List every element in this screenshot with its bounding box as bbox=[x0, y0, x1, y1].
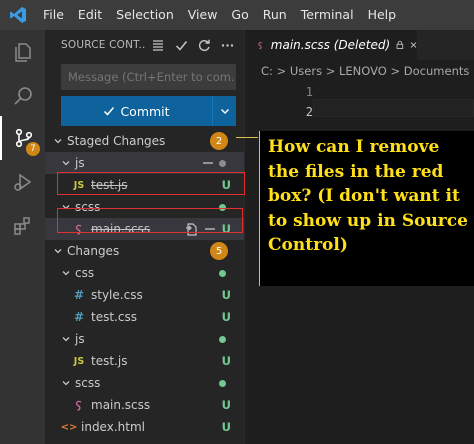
more-actions-icon[interactable] bbox=[220, 38, 234, 52]
red-highlight-box bbox=[57, 208, 243, 233]
menu-go[interactable]: Go bbox=[224, 0, 255, 30]
file-style-css[interactable]: # style.css U bbox=[45, 284, 244, 306]
activity-bar: 7 bbox=[0, 30, 45, 444]
panel-header: SOURCE CONT... bbox=[45, 30, 244, 60]
refresh-icon[interactable] bbox=[197, 38, 211, 52]
tree-folder-js-staged[interactable]: js bbox=[45, 152, 244, 174]
status-dot bbox=[219, 269, 226, 277]
line-number: 2 bbox=[305, 105, 313, 119]
file-name: style.css bbox=[91, 288, 143, 302]
folder-name: js bbox=[75, 332, 85, 346]
menu-help[interactable]: Help bbox=[361, 0, 404, 30]
staged-changes-header[interactable]: Staged Changes 2 bbox=[45, 130, 244, 152]
file-test-js[interactable]: JS test.js U bbox=[45, 350, 244, 372]
tab-label: main.scss (Deleted) bbox=[270, 38, 391, 52]
html-file-icon: <> bbox=[60, 421, 78, 433]
css-file-icon: # bbox=[73, 310, 85, 324]
menu-file[interactable]: File bbox=[36, 0, 71, 30]
commit-button[interactable]: Commit bbox=[61, 96, 212, 126]
source-control-panel: SOURCE CONT... Commit S bbox=[45, 30, 245, 444]
commit-button-label: Commit bbox=[120, 103, 170, 119]
chevron-down-icon bbox=[59, 378, 73, 388]
scm-count-badge: 7 bbox=[26, 142, 40, 156]
file-name: main.scss bbox=[91, 398, 151, 412]
chevron-down-icon bbox=[59, 268, 73, 278]
tree-folder-js[interactable]: js bbox=[45, 328, 244, 350]
file-name: index.html bbox=[81, 420, 145, 434]
status-dot bbox=[219, 159, 226, 167]
status-dot bbox=[219, 335, 226, 343]
file-name: test.css bbox=[91, 310, 137, 324]
staged-count-badge: 2 bbox=[210, 132, 228, 150]
extensions-icon[interactable] bbox=[0, 204, 45, 248]
annotation-callout: How can I remove the files in the red bo… bbox=[259, 131, 474, 286]
folder-name: scss bbox=[75, 376, 101, 390]
file-main-scss[interactable]: main.scss U bbox=[45, 394, 244, 416]
untracked-status: U bbox=[221, 288, 231, 302]
breadcrumb[interactable]: C: > Users > LENOVO > Documents > S bbox=[245, 60, 474, 82]
changes-label: Changes bbox=[67, 244, 120, 258]
editor-tab-bar: main.scss (Deleted) bbox=[245, 30, 474, 60]
check-icon bbox=[104, 107, 115, 116]
tab-main-scss-deleted[interactable]: main.scss (Deleted) bbox=[245, 30, 417, 60]
annotation-connector bbox=[236, 137, 258, 138]
folder-name: js bbox=[75, 156, 85, 170]
tree-folder-css[interactable]: css bbox=[45, 262, 244, 284]
untracked-status: U bbox=[221, 354, 231, 368]
chevron-down-icon bbox=[51, 246, 65, 256]
menu-terminal[interactable]: Terminal bbox=[294, 0, 361, 30]
tree-folder-scss[interactable]: scss bbox=[45, 372, 244, 394]
line-number-gutter: 1 2 bbox=[265, 82, 313, 122]
changes-header[interactable]: Changes 5 bbox=[45, 240, 244, 262]
source-control-icon[interactable]: 7 bbox=[0, 116, 45, 160]
chevron-down-icon bbox=[59, 158, 73, 168]
sass-file-icon bbox=[71, 400, 87, 411]
commit-button-group: Commit bbox=[61, 96, 236, 126]
vscode-logo-icon bbox=[0, 0, 36, 30]
menu-selection[interactable]: Selection bbox=[109, 0, 181, 30]
changes-count-badge: 5 bbox=[210, 242, 228, 260]
chevron-down-icon bbox=[59, 334, 73, 344]
unstage-all-icon[interactable] bbox=[202, 158, 214, 168]
view-as-list-icon[interactable] bbox=[151, 38, 165, 52]
run-debug-icon[interactable] bbox=[0, 160, 45, 204]
menu-run[interactable]: Run bbox=[256, 0, 294, 30]
sass-file-icon bbox=[258, 41, 263, 49]
chevron-down-icon bbox=[220, 109, 229, 114]
menu-view[interactable]: View bbox=[181, 0, 225, 30]
menu-bar: File Edit Selection View Go Run Terminal… bbox=[36, 0, 403, 30]
file-name: test.js bbox=[91, 354, 128, 368]
menu-edit[interactable]: Edit bbox=[71, 0, 109, 30]
commit-dropdown-button[interactable] bbox=[213, 96, 236, 126]
untracked-status: U bbox=[221, 398, 231, 412]
close-icon[interactable] bbox=[410, 40, 417, 50]
red-highlight-box bbox=[57, 172, 245, 195]
line-number: 1 bbox=[305, 85, 313, 99]
lock-icon bbox=[396, 40, 404, 49]
title-bar: File Edit Selection View Go Run Terminal… bbox=[0, 0, 474, 30]
commit-message-input[interactable] bbox=[61, 64, 236, 90]
untracked-status: U bbox=[221, 420, 231, 434]
panel-title: SOURCE CONT... bbox=[61, 39, 145, 51]
current-line-highlight bbox=[313, 99, 474, 117]
search-icon[interactable] bbox=[0, 74, 45, 118]
status-dot bbox=[219, 379, 226, 387]
untracked-status: U bbox=[221, 310, 231, 324]
css-file-icon: # bbox=[73, 288, 85, 302]
js-file-icon: JS bbox=[73, 355, 85, 367]
file-index-html[interactable]: <> index.html U bbox=[45, 416, 244, 438]
folder-name: css bbox=[75, 266, 95, 280]
file-test-css[interactable]: # test.css U bbox=[45, 306, 244, 328]
staged-changes-label: Staged Changes bbox=[67, 134, 166, 148]
explorer-icon[interactable] bbox=[0, 30, 45, 74]
chevron-down-icon bbox=[51, 136, 65, 146]
commit-check-icon[interactable] bbox=[174, 38, 188, 52]
